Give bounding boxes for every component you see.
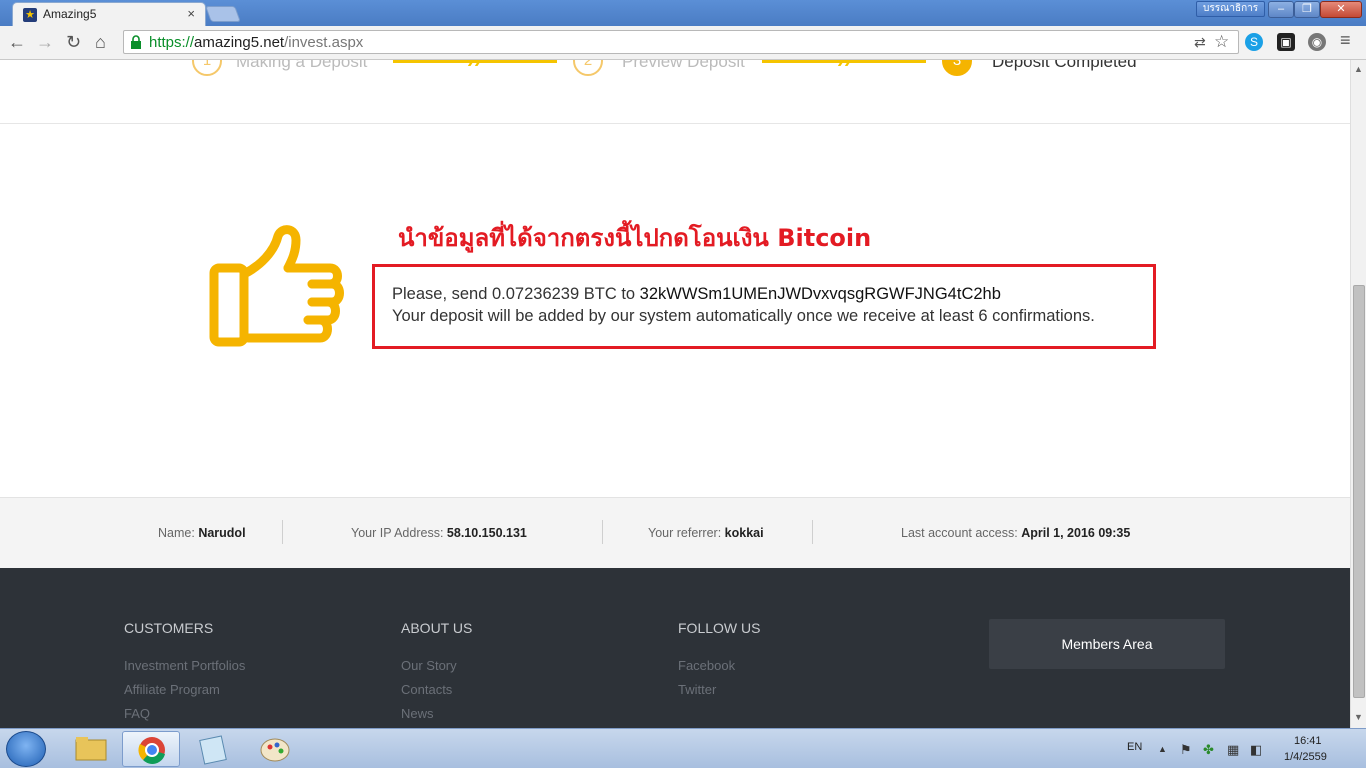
windows-taskbar: EN ▲ ⚑ ✤ ▦ ◧ 16:41 1/4/2559 [0,728,1366,768]
step-3-number: 3 [942,60,972,76]
browser-titlebar: ★ Amazing5 × บรรณาธิการ – ❐ ✕ [0,0,1366,26]
new-tab-button[interactable] [205,6,241,22]
close-window-button[interactable]: ✕ [1320,1,1362,18]
back-icon[interactable]: ← [8,32,26,53]
account-info-bar: Name: Narudol Your IP Address: 58.10.150… [0,497,1350,568]
thumbs-up-icon [209,225,344,347]
browser-toolbar: ← → ↻ ⌂ https://amazing5.net/invest.aspx… [0,26,1366,60]
footer-link[interactable]: Contacts [401,682,452,697]
network-status-icon[interactable]: ✤ [1203,742,1214,758]
start-button[interactable] [6,731,46,767]
btc-address[interactable]: 32kWWSm1UMEnJWDvxvqsgRGWFJNG4tC2hb [640,285,1001,303]
scroll-up-icon[interactable]: ▲ [1354,64,1363,74]
tab-title: Amazing5 [43,7,97,21]
account-referrer: Your referrer: kokkai [648,526,764,540]
footer-link-twitter[interactable]: Twitter [678,682,716,697]
restore-button[interactable]: ❐ [1294,1,1320,18]
divider [602,520,603,544]
footer-link-facebook[interactable]: Facebook [678,658,735,673]
step-1-label: Making a Deposit [236,60,368,71]
step-2-label: Preview Deposit [622,60,745,71]
skype-extension-icon[interactable]: S [1245,33,1263,51]
browser-tab[interactable]: ★ Amazing5 × [12,2,206,26]
chrome-taskbar-icon[interactable] [122,731,180,767]
annotation-text: นำข้อมูลที่ได้จากตรงนี้ไปกดโอนเงิน Bitco… [398,224,872,252]
volume-icon[interactable]: ◧ [1250,742,1262,758]
extension-icon[interactable]: ▣ [1277,33,1295,51]
footer-link[interactable]: News [401,706,434,721]
bookmark-star-icon[interactable]: ☆ [1214,32,1229,52]
divider [812,520,813,544]
show-hidden-icons-icon[interactable]: ▲ [1158,744,1167,754]
scroll-down-icon[interactable]: ▼ [1354,712,1363,722]
page-scrollbar[interactable]: ▲ ▼ [1350,60,1366,728]
action-center-flag-icon[interactable]: ⚑ [1180,742,1192,758]
footer-link[interactable]: Investment Portfolios [124,658,245,673]
divider [282,520,283,544]
deposit-instructions-box: Please, send 0.07236239 BTC to 32kWWSm1U… [372,264,1156,349]
translate-icon[interactable]: ⇄ [1194,34,1206,51]
device-icon[interactable]: ▦ [1227,742,1239,758]
footer-heading-customers: CUSTOMERS [124,620,214,636]
step-3-label: Deposit Completed [992,60,1137,71]
language-indicator[interactable]: EN [1127,741,1142,753]
notepad-taskbar-icon[interactable] [184,731,242,767]
page-content: 1 Making a Deposit ❯❯ 2 Preview Deposit … [0,60,1350,728]
step-1-number: 1 [192,60,222,76]
clock-date[interactable]: 1/4/2559 [1284,751,1327,763]
tab-close-icon[interactable]: × [187,6,195,21]
scroll-thumb[interactable] [1353,285,1365,698]
footer-heading-about: ABOUT US [401,620,473,636]
account-ip: Your IP Address: 58.10.150.131 [351,526,527,540]
step-2-number: 2 [573,60,603,76]
footer-link[interactable]: Affiliate Program [124,682,220,697]
site-favicon-icon: ★ [23,8,37,22]
members-area-button[interactable]: Members Area [989,619,1225,669]
address-bar[interactable]: https://amazing5.net/invest.aspx ⇄ ☆ [123,30,1239,54]
send-instruction: Please, send 0.07236239 BTC to 32kWWSm1U… [392,285,1001,303]
explorer-taskbar-icon[interactable] [62,731,120,767]
site-footer: CUSTOMERS Investment Portfolios Affiliat… [0,568,1350,728]
footer-link[interactable]: FAQ [124,706,150,721]
menu-icon[interactable]: ≡ [1340,30,1351,51]
minimize-button[interactable]: – [1268,1,1294,18]
url-text: https://amazing5.net/invest.aspx [149,34,364,51]
profile-button[interactable]: บรรณาธิการ [1196,1,1266,17]
home-icon[interactable]: ⌂ [95,32,106,53]
lock-icon [131,35,141,49]
reload-icon[interactable]: ↻ [66,32,81,53]
paint-taskbar-icon[interactable] [246,731,304,767]
deposit-steps: 1 Making a Deposit ❯❯ 2 Preview Deposit … [0,60,1350,124]
clock-time[interactable]: 16:41 [1294,735,1322,747]
media-extension-icon[interactable]: ◉ [1308,33,1326,51]
account-name: Name: Narudol [158,526,246,540]
step-arrow-icon: ❯❯ [466,60,483,66]
forward-icon[interactable]: → [36,32,54,53]
confirmation-notice: Your deposit will be added by our system… [392,307,1095,325]
step-arrow-icon: ❯❯ [836,60,853,66]
footer-link[interactable]: Our Story [401,658,457,673]
footer-heading-follow: FOLLOW US [678,620,761,636]
last-access: Last account access: April 1, 2016 09:35 [901,526,1131,540]
